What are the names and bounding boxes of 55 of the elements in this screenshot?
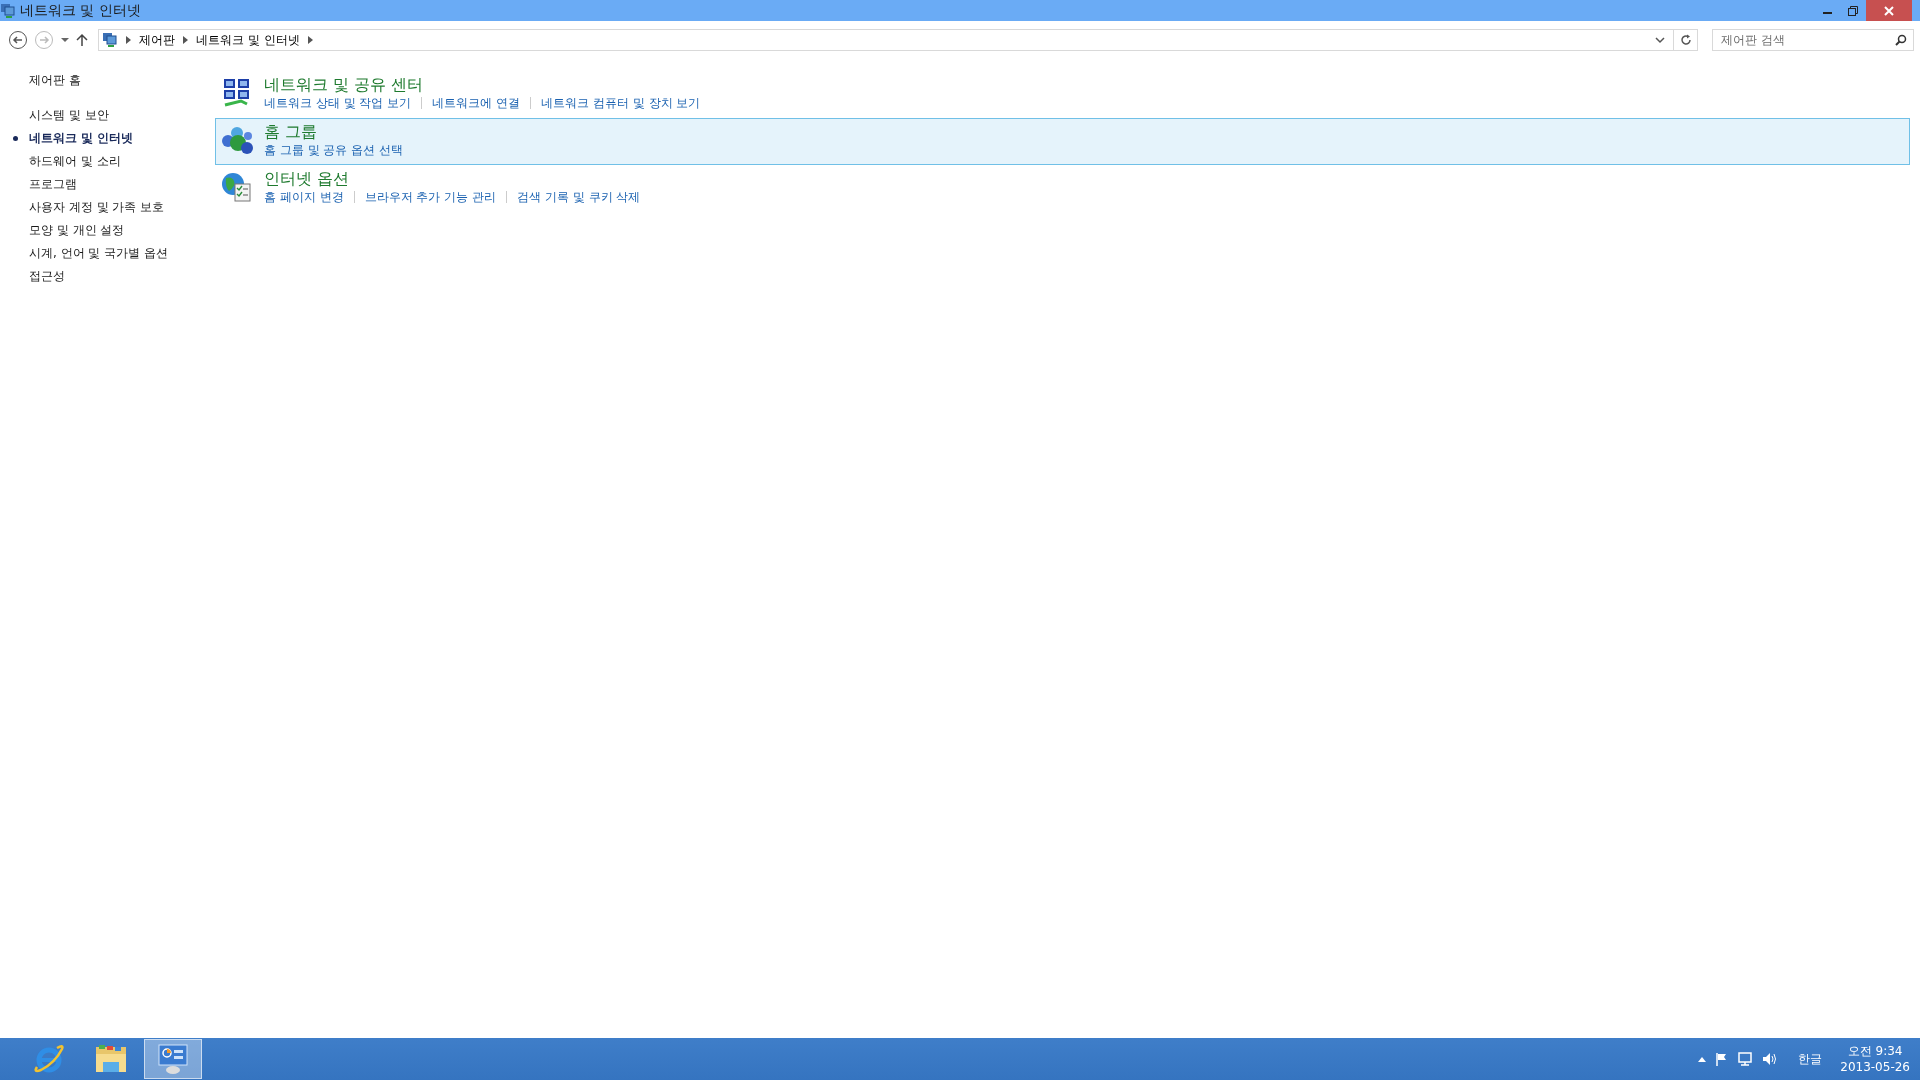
network-icon[interactable] <box>1738 1052 1753 1066</box>
bullet-icon <box>13 136 18 141</box>
close-icon <box>1884 5 1894 16</box>
refresh-icon <box>1679 34 1692 46</box>
category-row[interactable]: 홈 그룹 홈 그룹 및 공유 옵션 선택 <box>215 118 1910 165</box>
task-link[interactable]: 검색 기록 및 쿠키 삭제 <box>517 189 641 205</box>
category-title[interactable]: 네트워크 및 공유 센터 <box>264 75 424 95</box>
browser-icon <box>33 1043 65 1075</box>
restore-icon <box>1848 5 1858 16</box>
back-button[interactable] <box>8 30 28 50</box>
address-bar[interactable]: 제어판 네트워크 및 인터넷 <box>98 29 1674 51</box>
chevron-icon <box>126 36 131 44</box>
flag-icon[interactable] <box>1716 1052 1729 1066</box>
task-link[interactable]: 네트워크에 연결 <box>432 95 521 111</box>
volume-icon[interactable] <box>1762 1052 1779 1066</box>
sidebar-item[interactable]: 네트워크 및 인터넷 <box>29 130 134 147</box>
show-hidden-icons-icon[interactable] <box>1698 1056 1707 1062</box>
breadcrumb[interactable]: 네트워크 및 인터넷 <box>196 31 300 49</box>
search-icon <box>1895 34 1907 46</box>
sidebar-item[interactable]: 시스템 및 보안 <box>29 107 109 124</box>
clock[interactable]: 오전 9:34 2013-05-26 <box>1840 1043 1910 1075</box>
control-panel-icon <box>157 1043 189 1075</box>
category-title[interactable]: 인터넷 옵션 <box>264 169 350 189</box>
chevron-icon <box>307 36 313 44</box>
taskbar-button[interactable] <box>144 1039 202 1079</box>
sidebar-item[interactable]: 접근성 <box>29 268 65 285</box>
chevron-icon <box>183 36 188 44</box>
up-button[interactable] <box>76 33 88 47</box>
task-link[interactable]: 홈 그룹 및 공유 옵션 선택 <box>264 142 404 158</box>
dropdown-icon <box>1655 36 1665 44</box>
category-title[interactable]: 홈 그룹 <box>264 122 318 142</box>
sidebar-item[interactable]: 사용자 계정 및 가족 보호 <box>29 199 165 216</box>
task-link[interactable]: 네트워크 상태 및 작업 보기 <box>264 95 412 111</box>
globe-checklist-icon <box>220 171 254 203</box>
close-button[interactable] <box>1866 0 1912 21</box>
control-panel-icon <box>0 2 16 19</box>
control-panel-icon <box>102 32 118 48</box>
breadcrumb[interactable]: 제어판 <box>139 31 175 49</box>
search-field[interactable]: 제어판 검색 <box>1712 29 1914 51</box>
sidebar-item[interactable]: 시계, 언어 및 국가별 옵션 <box>29 245 169 262</box>
task-link[interactable]: 홈 페이지 변경 <box>264 189 344 205</box>
control-panel-home-link[interactable]: 제어판 홈 <box>29 71 81 90</box>
sidebar-item[interactable]: 프로그램 <box>29 176 77 193</box>
window-title: 네트워크 및 인터넷 <box>20 1 141 20</box>
category-row[interactable]: 네트워크 및 공유 센터 네트워크 상태 및 작업 보기 네트워크에 연결 네트워크 컴퓨터 및 장치 보기 <box>215 71 1910 118</box>
refresh-button[interactable] <box>1674 29 1698 51</box>
task-link[interactable]: 네트워크 컴퓨터 및 장치 보기 <box>541 95 701 111</box>
folder-icon <box>94 1044 128 1074</box>
input-method-indicator[interactable]: 한글 <box>1798 1050 1823 1068</box>
spheres-icon <box>220 124 254 156</box>
category-row[interactable]: 인터넷 옵션 홈 페이지 변경 브라우저 추가 기능 관리 검색 기록 및 쿠키 삭제 <box>215 165 1910 212</box>
sidebar-item[interactable]: 모양 및 개인 설정 <box>29 222 125 239</box>
recent-pages-button[interactable] <box>60 35 70 45</box>
sidebar-item[interactable]: 하드웨어 및 소리 <box>29 153 121 170</box>
task-link[interactable]: 브라우저 추가 기능 관리 <box>364 189 497 205</box>
